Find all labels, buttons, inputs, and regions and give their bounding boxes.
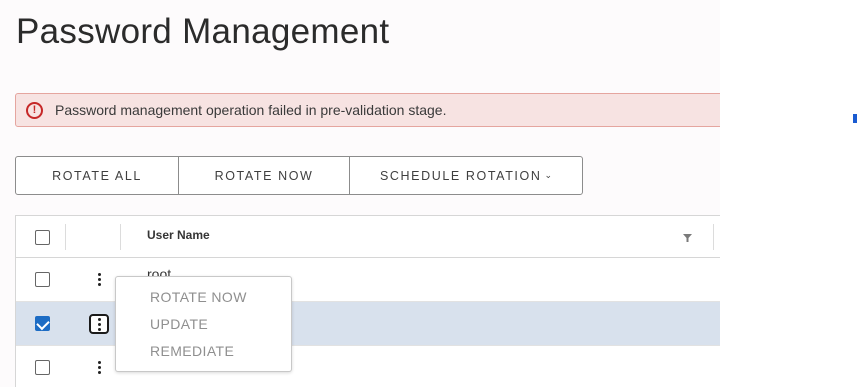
row-checkbox[interactable]	[35, 360, 50, 375]
column-header-user-name[interactable]: User Name	[147, 228, 210, 242]
filter-icon[interactable]	[683, 234, 692, 242]
column-separator[interactable]	[713, 224, 714, 250]
row-checkbox[interactable]	[35, 272, 50, 287]
column-separator[interactable]	[120, 224, 121, 250]
row-actions-kebab-icon[interactable]	[88, 354, 110, 380]
rotate-all-label: ROTATE ALL	[52, 168, 142, 183]
row-actions-kebab-icon[interactable]	[88, 266, 110, 292]
rotate-now-label: ROTATE NOW	[214, 168, 314, 183]
row-actions-menu: ROTATE NOW UPDATE REMEDIATE	[115, 276, 292, 372]
schedule-rotation-button[interactable]: SCHEDULE ROTATION ⌄	[350, 157, 582, 194]
grid-header: User Name	[16, 216, 720, 258]
content-panel: Password Management ! Password managemen…	[0, 0, 720, 387]
page-title: Password Management	[16, 12, 390, 51]
menu-item-rotate-now[interactable]: ROTATE NOW	[116, 287, 291, 314]
menu-item-remediate[interactable]: REMEDIATE	[116, 341, 291, 368]
rotate-now-button[interactable]: ROTATE NOW	[179, 157, 350, 194]
row-actions-kebab-icon[interactable]	[89, 314, 109, 334]
alert-circle-icon: !	[26, 101, 43, 119]
select-all-checkbox[interactable]	[35, 230, 50, 245]
edge-marker	[853, 114, 857, 123]
schedule-rotation-label: SCHEDULE ROTATION	[379, 168, 542, 183]
rotate-all-button[interactable]: ROTATE ALL	[16, 157, 179, 194]
chevron-down-icon: ⌄	[544, 170, 553, 180]
error-alert: ! Password management operation failed i…	[15, 93, 720, 127]
row-checkbox[interactable]	[35, 316, 50, 331]
action-button-group: ROTATE ALL ROTATE NOW SCHEDULE ROTATION …	[15, 156, 583, 195]
column-separator	[65, 224, 66, 250]
alert-message: Password management operation failed in …	[55, 102, 447, 118]
menu-item-update[interactable]: UPDATE	[116, 314, 291, 341]
